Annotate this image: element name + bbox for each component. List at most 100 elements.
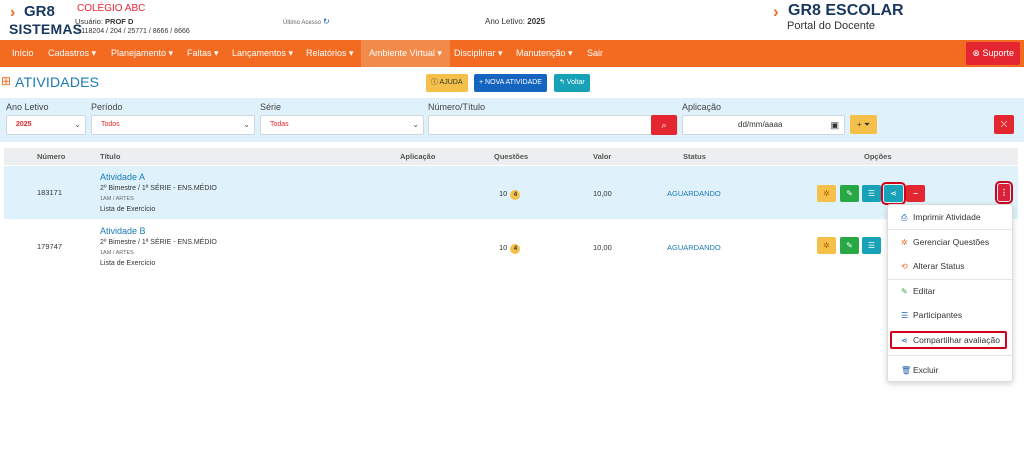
numero-titulo-input[interactable]: ⌕: [428, 115, 678, 135]
page-title: ATIVIDADES: [15, 74, 100, 90]
nav-planejamento[interactable]: Planejamento ▾: [111, 40, 173, 67]
gr8-escolar-brand: › GR8 ESCOLAR Portal do Docente: [773, 1, 904, 37]
menu-item-participantes[interactable]: ☰ Participantes: [888, 307, 1012, 323]
clear-filter-button[interactable]: ⛌: [994, 115, 1014, 134]
questoes-count: 10: [499, 189, 508, 198]
menu-item-excluir[interactable]: 🗑 Excluir: [888, 362, 1012, 378]
nav-inicio[interactable]: Início: [12, 40, 34, 67]
more-options-button[interactable]: ⋮: [995, 181, 1013, 204]
menu-item-alterar-status[interactable]: ⟲ Alterar Status: [888, 258, 1012, 274]
col-titulo: Título: [100, 152, 121, 161]
list-button[interactable]: ☰: [862, 237, 881, 254]
row-status: AGUARDANDO: [667, 243, 721, 252]
nav-relatorios[interactable]: Relatórios ▾: [306, 40, 354, 67]
ano-letivo-filter-label: Ano Letivo: [6, 102, 49, 112]
menu-item-label: Participantes: [913, 310, 963, 320]
menu-item-label: Editar: [913, 286, 936, 296]
filter-panel: Ano Letivo 2025 ⌄ Período Todos ⌄ Série …: [0, 98, 1024, 142]
nav-faltas[interactable]: Faltas ▾: [187, 40, 219, 67]
periodo-select-value: Todos: [101, 121, 120, 128]
questoes-badge: 4: [510, 190, 521, 200]
sync-icon: ⟲: [901, 262, 908, 271]
row-numero: 183171: [37, 188, 63, 197]
serie-select[interactable]: Todas ⌄: [260, 115, 424, 135]
ano-letivo-select[interactable]: 2025 ⌄: [6, 115, 86, 135]
header-ano-letivo: Ano Letivo: 2025: [485, 17, 545, 26]
col-numero: Número: [37, 152, 66, 161]
edit-button[interactable]: ✎: [840, 237, 859, 254]
aplicacao-date-input[interactable]: dd/mm/aaaa ▣: [682, 115, 845, 135]
nav-sair[interactable]: Sair: [587, 40, 603, 67]
row-bimestre: 2º Bimestre / 1ª SÉRIE - ENS.MÉDIO: [100, 239, 217, 246]
back-button[interactable]: ↰ Voltar: [554, 74, 590, 92]
row-titulo-link[interactable]: Atividade B: [100, 226, 146, 236]
nav-disciplinar[interactable]: Disciplinar ▾: [454, 40, 503, 67]
row-tipo: Lista de Exercício: [100, 206, 156, 213]
list-icon: ☰: [901, 311, 909, 320]
nav-cadastros[interactable]: Cadastros ▾: [48, 40, 96, 67]
refresh-icon[interactable]: ↻: [323, 17, 330, 26]
row-valor: 10,00: [593, 243, 612, 252]
nav-lancamentos[interactable]: Lançamentos ▾: [232, 40, 293, 67]
row-tipo: Lista de Exercício: [100, 260, 156, 267]
ano-letivo-value: 2025: [527, 17, 546, 26]
table-header: Número Título Aplicação Questões Valor S…: [4, 148, 1018, 165]
col-opcoes: Opções: [864, 152, 892, 161]
questoes-count: 10: [499, 243, 508, 252]
serie-filter-label: Série: [260, 102, 282, 112]
menu-divider: [888, 279, 1012, 280]
col-status: Status: [683, 152, 706, 161]
gr8-sistemas-logo[interactable]: › GR8 SISTEMAS: [8, 2, 82, 38]
row-numero: 179747: [37, 242, 63, 251]
ano-letivo-label: Ano Letivo:: [485, 17, 526, 26]
menu-divider: [888, 229, 1012, 230]
list-button[interactable]: ☰: [862, 185, 881, 202]
chevron-down-icon: ⌄: [74, 120, 81, 129]
advanced-filter-button[interactable]: + ⏷: [850, 115, 877, 134]
periodo-filter-label: Período: [91, 102, 123, 112]
nav-ambiente-virtual[interactable]: Ambiente Virtual ▾: [361, 40, 450, 67]
remove-button[interactable]: −: [906, 185, 925, 202]
printer-icon: ⎙: [901, 213, 908, 222]
manage-questions-button[interactable]: ✲: [817, 185, 836, 202]
logo-bottom-text: SISTEMAS: [9, 21, 83, 37]
support-button[interactable]: ⊗ Suporte: [966, 42, 1020, 65]
row-titulo-link[interactable]: Atividade A: [100, 172, 145, 182]
menu-item-label: Imprimir Atividade: [913, 212, 981, 222]
calendar-icon[interactable]: ▣: [830, 116, 839, 134]
menu-item-label: Gerenciar Questões: [913, 237, 990, 247]
menu-divider: [888, 355, 1012, 356]
logo-top-text: GR8: [24, 3, 55, 20]
chevron-down-icon: ⌄: [243, 120, 250, 129]
menu-item-gerenciar-questoes[interactable]: ✲ Gerenciar Questões: [888, 234, 1012, 250]
menu-item-editar[interactable]: ✎ Editar: [888, 283, 1012, 299]
row-bimestre: 2º Bimestre / 1ª SÉRIE - ENS.MÉDIO: [100, 185, 217, 192]
col-aplicacao: Aplicação: [400, 152, 436, 161]
aplicacao-filter-label: Aplicação: [682, 102, 722, 112]
share-button[interactable]: ⋖: [881, 182, 906, 205]
ano-letivo-select-value: 2025: [16, 121, 32, 128]
new-activity-button[interactable]: + NOVA ATIVIDADE: [474, 74, 547, 92]
grid-icon: ⊞: [1, 74, 12, 88]
help-button[interactable]: ⓘ AJUDA: [426, 74, 468, 92]
user-name: PROF D: [105, 17, 134, 26]
date-placeholder: dd/mm/aaaa: [738, 120, 783, 129]
brand-subtitle: Portal do Docente: [787, 20, 876, 32]
row-turma: 1AM / ARTES: [100, 250, 134, 256]
row-turma: 1AM / ARTES: [100, 196, 134, 202]
periodo-select[interactable]: Todos ⌄: [91, 115, 255, 135]
chevron-down-icon: ⌄: [412, 120, 419, 129]
trash-icon: 🗑: [901, 366, 912, 375]
numero-titulo-label: Número/Título: [428, 102, 486, 112]
search-button[interactable]: ⌕: [651, 115, 677, 135]
edit-icon: ✎: [901, 287, 908, 296]
nav-manutencao[interactable]: Manutenção ▾: [516, 40, 573, 67]
user-label: Usuário:: [75, 17, 103, 26]
edit-button[interactable]: ✎: [840, 185, 859, 202]
row-valor: 10,00: [593, 189, 612, 198]
menu-item-imprimir[interactable]: ⎙ Imprimir Atividade: [888, 209, 1012, 225]
col-questoes: Questões: [494, 152, 529, 161]
manage-questions-button[interactable]: ✲: [817, 237, 836, 254]
menu-item-label: Excluir: [913, 365, 939, 375]
school-name: COLÉGIO ABC: [77, 3, 146, 14]
